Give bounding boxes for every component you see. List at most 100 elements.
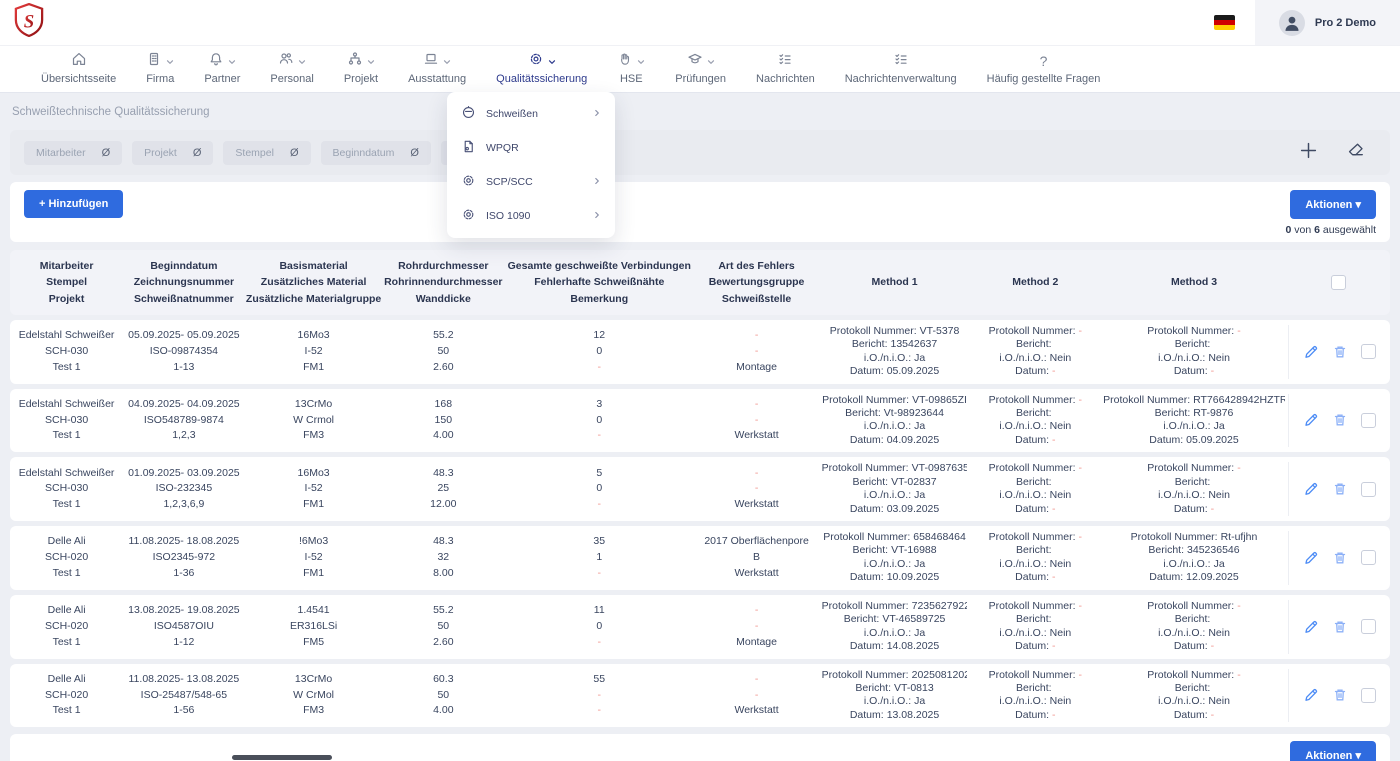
- method-label: Datum:: [1015, 640, 1049, 652]
- add-button[interactable]: + Hinzufügen: [24, 190, 123, 218]
- dropdown-item-iso-1090[interactable]: ISO 1090: [447, 199, 615, 233]
- clear-filter-icon[interactable]: Ø: [102, 147, 111, 159]
- cell-line: 16Mo3: [248, 466, 380, 482]
- nav-item-qualitaetssicherung[interactable]: Qualitätssicherung: [481, 53, 602, 85]
- clear-filter-icon[interactable]: Ø: [290, 147, 299, 159]
- personnel-icon: [278, 51, 294, 72]
- edit-button[interactable]: [1303, 619, 1319, 635]
- actions-button[interactable]: Aktionen ▾: [1290, 190, 1376, 219]
- chevron-down-icon: [443, 53, 451, 71]
- method-value: -: [1052, 709, 1056, 721]
- method-value: Nein: [1050, 558, 1072, 570]
- delete-button[interactable]: [1332, 481, 1348, 497]
- method-label: i.O./n.i.O.:: [999, 695, 1046, 707]
- nav-item-nachrichten[interactable]: Nachrichten: [741, 53, 830, 85]
- column-header-line: Fehlerhafte Schweißnähte: [504, 274, 694, 290]
- cell-line: -: [697, 481, 815, 497]
- filter-chip-beginndatum[interactable]: BeginndatumØ: [321, 141, 431, 165]
- cell-line: Montage: [697, 360, 815, 376]
- cell-line: 1,2,3,6,9: [126, 497, 241, 513]
- cell-line: 1-56: [126, 703, 241, 719]
- method-value: Nein: [1208, 352, 1230, 364]
- nav-item-pruefungen[interactable]: Prüfungen: [660, 53, 741, 85]
- row-checkbox[interactable]: [1361, 619, 1376, 634]
- method-label: Bericht:: [1175, 338, 1211, 350]
- nav-item-personal[interactable]: Personal: [255, 53, 328, 85]
- edit-button[interactable]: [1303, 687, 1319, 703]
- method-label: Protokoll Nummer:: [822, 600, 909, 612]
- row-checkbox[interactable]: [1361, 688, 1376, 703]
- user-menu[interactable]: Pro 2 Demo: [1255, 0, 1400, 45]
- delete-button[interactable]: [1332, 619, 1348, 635]
- method-cell-m2: Protokoll Nummer:-Bericht:i.O./n.i.O.:Ne…: [970, 462, 1100, 516]
- nav-item-partner[interactable]: Partner: [189, 53, 255, 85]
- method-value: -: [1211, 503, 1215, 515]
- delete-button[interactable]: [1332, 412, 1348, 428]
- cell-line: 1: [507, 550, 691, 566]
- nav-item-faq[interactable]: ? Häufig gestellte Fragen: [972, 53, 1116, 85]
- edit-button[interactable]: [1303, 550, 1319, 566]
- cell-line: 1,2,3: [126, 428, 241, 444]
- clear-filter-icon[interactable]: Ø: [410, 147, 419, 159]
- cell-line: 2017 Oberflächenpore: [697, 534, 815, 550]
- row-checkbox[interactable]: [1361, 482, 1376, 497]
- method-label: Datum:: [1149, 434, 1183, 446]
- method-value: Ja: [914, 558, 925, 570]
- method-label: Bericht:: [1175, 476, 1211, 488]
- nav-item-uebersichtsseite[interactable]: Übersichtsseite: [26, 53, 131, 85]
- clear-filter-icon[interactable]: Ø: [193, 147, 202, 159]
- nav-item-projekt[interactable]: Projekt: [329, 53, 393, 85]
- row-checkbox[interactable]: [1361, 344, 1376, 359]
- delete-button[interactable]: [1332, 687, 1348, 703]
- method-label: i.O./n.i.O.:: [999, 558, 1046, 570]
- dropdown-item-schweissen[interactable]: Schweißen: [447, 97, 615, 131]
- method-label: Bericht:: [852, 338, 888, 350]
- logo-shield[interactable]: S: [14, 3, 44, 42]
- method-label: Bericht:: [845, 407, 881, 419]
- column-header-line: Rohrdurchmesser: [383, 258, 504, 274]
- delete-button[interactable]: [1332, 344, 1348, 360]
- cell-line: I-52: [248, 550, 380, 566]
- filter-chip-stempel[interactable]: StempelØ: [223, 141, 310, 165]
- cell-line: -: [697, 603, 815, 619]
- dropdown-item-scp-scc[interactable]: SCP/SCC: [447, 165, 615, 199]
- method-cell-m3: Protokoll Nummer:RT766428942HZTRBericht:…: [1100, 394, 1288, 448]
- column-header: Method 3: [1100, 274, 1288, 290]
- cell-c1: Delle AliSCH-020Test 1: [10, 603, 123, 650]
- chevron-down-icon: [298, 53, 306, 71]
- cell-line: Werkstatt: [697, 703, 815, 719]
- cell-c1: Edelstahl SchweißerSCH-030Test 1: [10, 397, 123, 444]
- horizontal-scrollbar-thumb[interactable]: [232, 755, 332, 760]
- filter-chip-mitarbeiter[interactable]: MitarbeiterØ: [24, 141, 122, 165]
- row-checkbox[interactable]: [1361, 550, 1376, 565]
- edit-button[interactable]: [1303, 481, 1319, 497]
- method-value: -: [1052, 640, 1056, 652]
- dropdown-item-wpqr[interactable]: WPQR: [447, 131, 615, 165]
- method-label: Datum:: [1015, 434, 1049, 446]
- language-flag-german[interactable]: [1214, 15, 1235, 30]
- method-label: Datum:: [1174, 503, 1208, 515]
- nav-item-nachrichtenverwaltung[interactable]: Nachrichtenverwaltung: [830, 53, 972, 85]
- nav-item-firma[interactable]: Firma: [131, 53, 189, 85]
- delete-button[interactable]: [1332, 550, 1348, 566]
- method-value: 345236546: [1187, 544, 1240, 556]
- select-all-checkbox[interactable]: [1331, 275, 1346, 290]
- row-actions: [1288, 669, 1390, 723]
- row-checkbox[interactable]: [1361, 413, 1376, 428]
- nav-item-ausstattung[interactable]: Ausstattung: [393, 53, 481, 85]
- method-label: Datum:: [850, 640, 884, 652]
- method-label: Datum:: [1149, 571, 1183, 583]
- cell-c3: 13CrMoW CrMolFM3: [245, 672, 383, 719]
- edit-button[interactable]: [1303, 344, 1319, 360]
- add-filter-icon[interactable]: [1299, 141, 1318, 165]
- filter-chip-projekt[interactable]: ProjektØ: [132, 141, 213, 165]
- actions-button-bottom[interactable]: Aktionen ▾: [1290, 741, 1376, 761]
- cell-line: 11: [507, 603, 691, 619]
- method-value: Nein: [1050, 627, 1072, 639]
- edit-button[interactable]: [1303, 412, 1319, 428]
- quality-gear-icon: [528, 51, 544, 72]
- method-label: i.O./n.i.O.:: [1158, 489, 1205, 501]
- nav-item-hse[interactable]: HSE: [602, 53, 660, 85]
- cell-c1: Delle AliSCH-020Test 1: [10, 534, 123, 581]
- eraser-icon[interactable]: [1346, 140, 1366, 165]
